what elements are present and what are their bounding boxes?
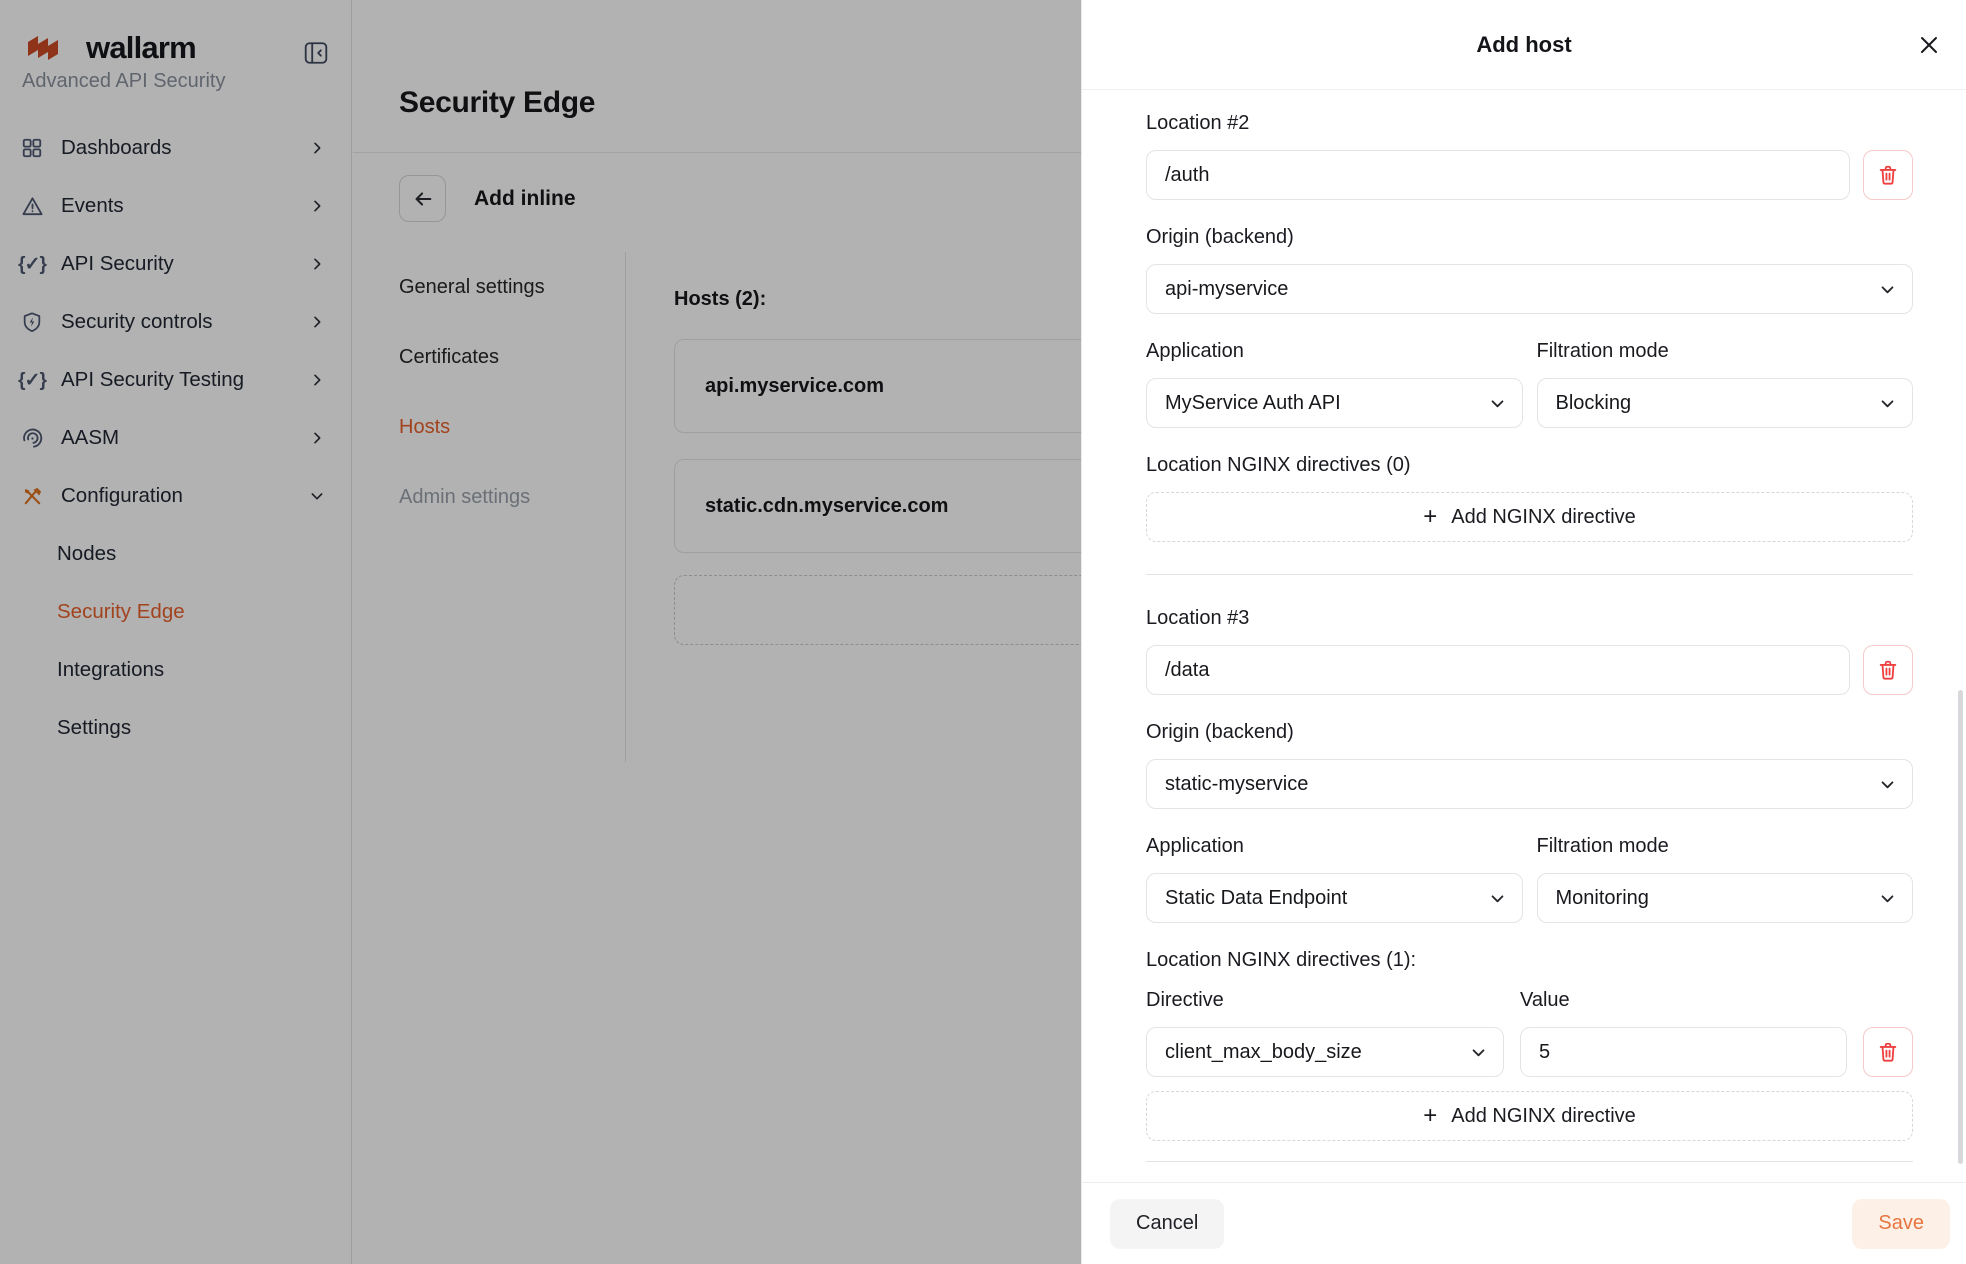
add-nginx-directive-label: Add NGINX directive: [1451, 1105, 1636, 1128]
application-select-value: MyService Auth API: [1165, 392, 1341, 415]
add-host-drawer: Add host Location #2 Origin (backend) ap…: [1081, 0, 1966, 1264]
directives-count-label: Location NGINX directives (1):: [1146, 947, 1913, 973]
trash-icon: [1877, 659, 1899, 681]
delete-location-button[interactable]: [1863, 150, 1913, 200]
location-path-input[interactable]: [1146, 150, 1850, 200]
application-select[interactable]: MyService Auth API: [1146, 378, 1523, 428]
application-select[interactable]: Static Data Endpoint: [1146, 873, 1523, 923]
save-button[interactable]: Save: [1852, 1199, 1950, 1249]
section-divider: [1146, 1161, 1913, 1162]
directive-value-input[interactable]: [1520, 1027, 1847, 1077]
application-select-value: Static Data Endpoint: [1165, 887, 1347, 910]
add-nginx-directive-button[interactable]: + Add NGINX directive: [1146, 492, 1913, 542]
application-label: Application: [1146, 338, 1523, 364]
origin-select-value: api-myservice: [1165, 278, 1288, 301]
directives-count-label: Location NGINX directives (0): [1146, 452, 1913, 478]
origin-label: Origin (backend): [1146, 719, 1913, 745]
drawer-title: Add host: [1476, 32, 1571, 58]
directive-column-label: Directive: [1146, 987, 1504, 1013]
scrollbar-thumb[interactable]: [1958, 690, 1963, 1164]
filtration-mode-label: Filtration mode: [1537, 338, 1914, 364]
location-heading: Location #3: [1146, 605, 1913, 631]
chevron-down-icon: [1879, 776, 1896, 793]
filtration-mode-select[interactable]: Monitoring: [1537, 873, 1914, 923]
add-nginx-directive-button[interactable]: + Add NGINX directive: [1146, 1091, 1913, 1141]
add-nginx-directive-label: Add NGINX directive: [1451, 506, 1636, 529]
chevron-down-icon: [1489, 395, 1506, 412]
drawer-body: Location #2 Origin (backend) api-myservi…: [1082, 90, 1966, 1182]
application-label: Application: [1146, 833, 1523, 859]
close-button[interactable]: [1914, 30, 1944, 60]
chevron-down-icon: [1879, 395, 1896, 412]
location-heading: Location #2: [1146, 110, 1913, 136]
origin-label: Origin (backend): [1146, 224, 1913, 250]
directive-select-value: client_max_body_size: [1165, 1041, 1362, 1064]
cancel-button[interactable]: Cancel: [1110, 1199, 1224, 1249]
filtration-mode-label: Filtration mode: [1537, 833, 1914, 859]
chevron-down-icon: [1879, 281, 1896, 298]
origin-select-value: static-myservice: [1165, 773, 1308, 796]
close-icon: [1917, 33, 1941, 57]
drawer-footer: Cancel Save: [1082, 1182, 1966, 1264]
delete-directive-button[interactable]: [1863, 1027, 1913, 1077]
trash-icon: [1877, 164, 1899, 186]
section-divider: [1146, 574, 1913, 575]
chevron-down-icon: [1489, 890, 1506, 907]
filtration-mode-select[interactable]: Blocking: [1537, 378, 1914, 428]
delete-location-button[interactable]: [1863, 645, 1913, 695]
location-path-input[interactable]: [1146, 645, 1850, 695]
chevron-down-icon: [1470, 1044, 1487, 1061]
origin-select[interactable]: static-myservice: [1146, 759, 1913, 809]
drawer-header: Add host: [1082, 0, 1966, 90]
origin-select[interactable]: api-myservice: [1146, 264, 1913, 314]
filtration-mode-select-value: Monitoring: [1556, 887, 1649, 910]
filtration-mode-select-value: Blocking: [1556, 392, 1632, 415]
plus-icon: +: [1423, 1104, 1437, 1128]
plus-icon: +: [1423, 505, 1437, 529]
value-column-label: Value: [1520, 987, 1847, 1013]
trash-icon: [1877, 1041, 1899, 1063]
directive-select[interactable]: client_max_body_size: [1146, 1027, 1504, 1077]
chevron-down-icon: [1879, 890, 1896, 907]
